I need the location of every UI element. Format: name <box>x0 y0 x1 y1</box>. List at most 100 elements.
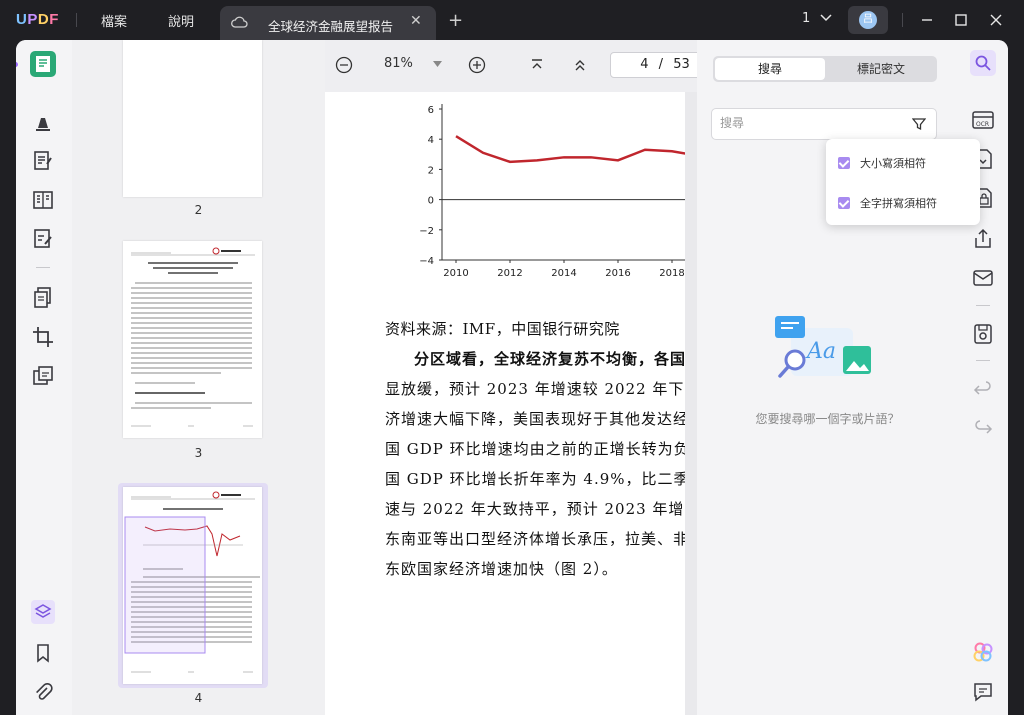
comment-icon <box>974 683 992 702</box>
undo-button[interactable] <box>970 377 996 403</box>
attachment-button[interactable] <box>30 679 56 705</box>
menu-help[interactable]: 說明 <box>168 11 194 30</box>
x-tick-label: 2010 <box>443 268 468 279</box>
divider <box>976 305 990 306</box>
thumbnail-label-4: 4 <box>194 691 203 705</box>
paragraph-line: 国 GDP 环比增长折年率为 4.9%，比二季度增 <box>385 470 685 488</box>
save-icon <box>974 324 992 344</box>
paragraph-line: 国 GDP 环比增速均由之前的正增长转为负增 <box>385 440 685 458</box>
tab-title: 全球经济金融展望报告 <box>268 19 394 34</box>
user-avatar-button[interactable]: 吕 <box>848 6 888 34</box>
divider <box>36 267 50 268</box>
undo-icon <box>973 381 991 395</box>
first-page-icon[interactable] <box>529 57 545 73</box>
divider <box>76 13 77 27</box>
stack-icon <box>31 600 55 624</box>
search-hint: 您要搜尋哪一個字或片語？ <box>755 412 900 426</box>
close-window-icon[interactable] <box>989 13 1003 27</box>
minimize-icon[interactable] <box>920 13 934 27</box>
paragraph-line: 东欧国家经济增速加快（图 2）。 <box>385 560 618 578</box>
edit-tool-button[interactable] <box>30 148 56 174</box>
window-count[interactable]: 1 <box>802 11 832 26</box>
highlight-tool-button[interactable] <box>30 109 56 135</box>
reader-icon <box>36 56 50 72</box>
comment-button[interactable] <box>970 679 996 705</box>
form-tool-button[interactable] <box>30 187 56 213</box>
paperclip-icon <box>36 682 53 700</box>
layers-button[interactable] <box>30 599 56 625</box>
option-match-case[interactable]: 大小寫須相符 <box>838 155 926 171</box>
filter-icon[interactable] <box>912 117 926 131</box>
caret-down-icon[interactable] <box>433 61 442 67</box>
search-field[interactable] <box>711 108 937 140</box>
ocr-icon: OCR <box>972 111 994 129</box>
svg-text:OCR: OCR <box>976 121 989 128</box>
page-preview <box>131 247 255 427</box>
maximize-icon[interactable] <box>954 13 968 27</box>
crop-icon <box>33 327 53 347</box>
save-button[interactable] <box>970 321 996 347</box>
zoom-in-icon[interactable] <box>468 56 486 74</box>
page-separator: / <box>658 57 664 72</box>
form-icon <box>33 191 53 209</box>
bookmark-button[interactable] <box>30 640 56 666</box>
option-label: 全字拼寫須相符 <box>860 197 937 210</box>
redo-button[interactable] <box>970 416 996 442</box>
edit-document-icon <box>34 151 52 170</box>
menu-file[interactable]: 檔案 <box>101 11 127 30</box>
y-tick-label: 2 <box>428 165 434 176</box>
tab-search[interactable]: 搜尋 <box>715 58 825 80</box>
divider <box>902 13 903 27</box>
option-label: 大小寫須相符 <box>860 157 926 170</box>
pdf-page: 6 4 2 0 −2 −4 2010 2012 2014 2016 2018 资料来源：IMF，中国… <box>325 92 685 715</box>
paragraph-line: 东南亚等出口型经济体增长承压，拉美、非洲 <box>385 530 685 548</box>
page-number-input[interactable]: 4 / 53 <box>610 52 697 78</box>
highlighter-icon <box>36 118 50 131</box>
signature-icon <box>34 229 52 248</box>
thumbnail-page-3[interactable] <box>123 241 262 438</box>
document-tab[interactable]: 全球经济金融展望报告 ✕ <box>220 6 436 40</box>
y-tick-label: −2 <box>419 226 434 237</box>
search-input[interactable] <box>720 116 900 130</box>
search-illustration-icon: Aa <box>775 316 871 378</box>
search-button[interactable] <box>970 50 996 76</box>
tab-close-icon[interactable]: ✕ <box>410 13 422 29</box>
previous-page-icon[interactable] <box>572 57 588 73</box>
tab-redact[interactable]: 標記密文 <box>827 58 935 80</box>
app-logo: UPDF <box>16 11 59 28</box>
indicator-dot <box>16 62 18 67</box>
compare-tool-button[interactable] <box>30 363 56 389</box>
ai-assistant-button[interactable] <box>970 639 996 665</box>
thumbnail-page-4[interactable] <box>123 487 262 684</box>
total-pages: 53 <box>673 57 690 72</box>
reader-mode-button[interactable] <box>30 51 56 77</box>
zoom-out-icon[interactable] <box>335 56 353 74</box>
ocr-button[interactable]: OCR <box>970 107 996 133</box>
search-options-dropdown: 大小寫須相符 全字拼寫須相符 <box>826 139 980 225</box>
email-button[interactable] <box>970 265 996 291</box>
thumbnail-page-2[interactable] <box>123 40 262 197</box>
ai-flower-icon <box>973 642 993 662</box>
x-tick-label: 2014 <box>551 268 576 279</box>
sign-tool-button[interactable] <box>30 226 56 252</box>
paragraph-line: 分区域看，全球经济复苏不均衡，各国存 <box>414 350 685 368</box>
series-line <box>455 135 685 164</box>
search-mode-tabs: 搜尋 標記密文 <box>713 56 937 82</box>
new-tab-button[interactable]: + <box>448 10 463 31</box>
option-whole-word[interactable]: 全字拼寫須相符 <box>838 195 937 211</box>
share-button[interactable] <box>970 226 996 252</box>
mail-icon <box>973 270 993 286</box>
paragraph-line: 显放缓，预计 2023 年增速较 2022 年下降 1 个 <box>385 380 685 398</box>
organize-pages-button[interactable] <box>30 285 56 311</box>
chevron-down-icon <box>820 14 832 22</box>
zoom-level[interactable]: 81% <box>384 56 413 71</box>
bookmark-icon <box>37 644 49 663</box>
crop-tool-button[interactable] <box>30 324 56 350</box>
x-tick-label: 2018 <box>659 268 684 279</box>
y-tick-label: 0 <box>428 196 434 207</box>
checkbox-whole-word[interactable] <box>838 197 850 209</box>
checkbox-match-case[interactable] <box>838 157 850 169</box>
source-caption: 资料来源：IMF，中国银行研究院 <box>385 320 620 338</box>
left-toolbar <box>16 40 72 715</box>
document-toolbar: 81% 4 / 53 <box>325 40 697 92</box>
